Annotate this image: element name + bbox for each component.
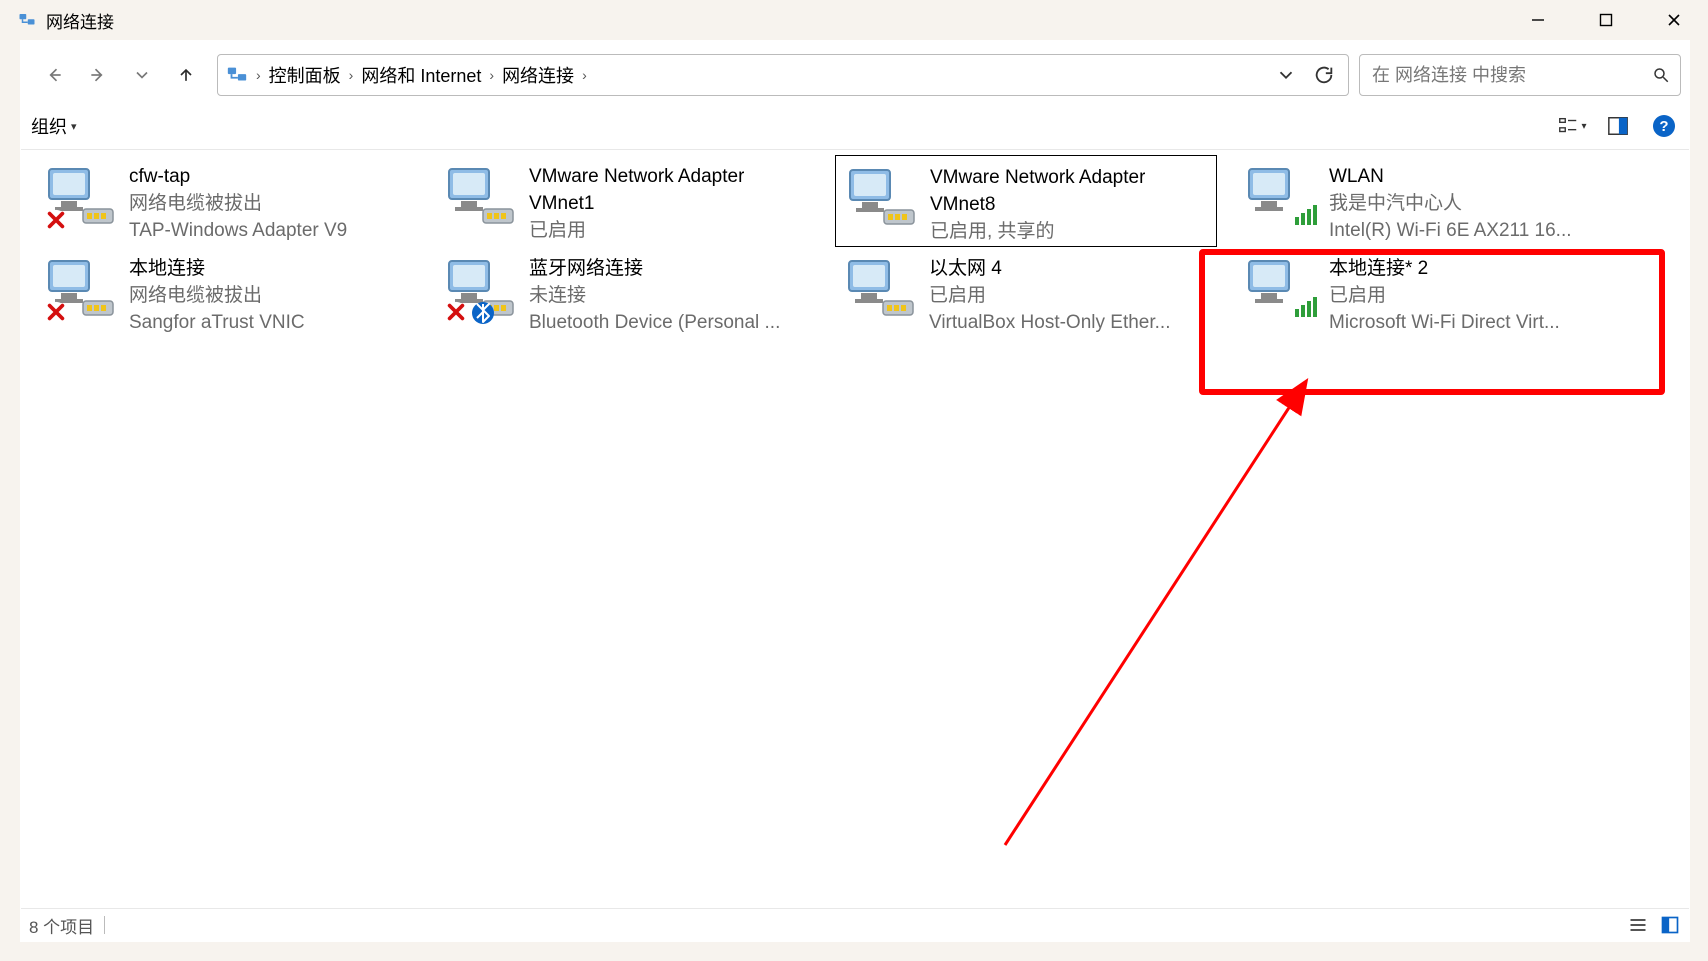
connection-title: cfw-tap <box>129 163 347 190</box>
connection-wifi-icon <box>1243 161 1319 233</box>
nav-row: › 控制面板 › 网络和 Internet › 网络连接 › <box>21 41 1689 103</box>
connection-status: 已启用 <box>929 282 1170 309</box>
connection-device: TAP-Windows Adapter V9 <box>129 217 347 244</box>
connection-wifi-icon <box>1243 253 1319 325</box>
toolbar: 组织 ▾ ▾ ? <box>21 103 1689 150</box>
connection-status: 已启用 <box>1329 282 1560 309</box>
connection-device: Microsoft Wi-Fi Direct Virt... <box>1329 309 1560 336</box>
tiles-view-button[interactable] <box>1659 914 1681 936</box>
connection-title: 蓝牙网络连接 <box>529 255 780 282</box>
connections-grid: cfw-tap 网络电缆被拔出TAP-Windows Adapter V9 VM… <box>21 147 1689 907</box>
connection-status: 网络电缆被拔出 <box>129 282 305 309</box>
chevron-right-icon[interactable]: › <box>580 67 589 83</box>
organize-menu[interactable]: 组织 ▾ <box>31 113 77 139</box>
connection-device: Bluetooth Device (Personal ... <box>529 309 780 336</box>
connection-nic-unplugged-icon <box>43 161 119 233</box>
connection-title: WLAN <box>1329 163 1572 190</box>
item-count-label: 8 个项目 <box>29 913 94 938</box>
connection-status: 已启用 <box>529 217 744 244</box>
address-dropdown-button[interactable] <box>1272 61 1300 89</box>
connection-status: 未连接 <box>529 282 780 309</box>
breadcrumb-item[interactable]: 网络连接 <box>502 62 574 88</box>
refresh-button[interactable] <box>1310 61 1338 89</box>
connection-item[interactable]: VMware Network AdapterVMnet8 已启用, 共享的 <box>835 155 1217 247</box>
breadcrumb-item[interactable]: 网络和 Internet <box>361 62 481 88</box>
search-box[interactable] <box>1359 54 1681 96</box>
title-bar: 网络连接 <box>0 0 1708 40</box>
organize-label: 组织 <box>31 113 67 139</box>
view-mode-button[interactable]: ▾ <box>1557 111 1587 141</box>
connection-nic-icon <box>443 161 519 233</box>
connection-device: VirtualBox Host-Only Ether... <box>929 309 1170 336</box>
window-buttons <box>1504 0 1708 40</box>
search-input[interactable] <box>1370 54 1670 96</box>
recent-locations-dropdown[interactable] <box>127 60 157 90</box>
connection-title: VMware Network AdapterVMnet8 <box>930 164 1145 218</box>
address-bar[interactable]: › 控制面板 › 网络和 Internet › 网络连接 › <box>217 54 1349 96</box>
connection-status: 网络电缆被拔出 <box>129 190 347 217</box>
help-button[interactable]: ? <box>1649 111 1679 141</box>
close-button[interactable] <box>1640 0 1708 40</box>
connection-item[interactable]: 蓝牙网络连接 未连接Bluetooth Device (Personal ... <box>435 247 817 339</box>
connection-bluetooth-icon <box>443 253 519 325</box>
window-body: › 控制面板 › 网络和 Internet › 网络连接 › <box>20 40 1690 942</box>
connection-title: VMware Network AdapterVMnet1 <box>529 163 744 217</box>
connection-item[interactable]: 本地连接* 2 已启用Microsoft Wi-Fi Direct Virt..… <box>1235 247 1617 339</box>
status-bar: 8 个项目 <box>21 908 1689 941</box>
minimize-button[interactable] <box>1504 0 1572 40</box>
connection-nic-icon <box>844 162 920 234</box>
chevron-right-icon[interactable]: › <box>347 67 356 83</box>
connection-title: 以太网 4 <box>929 255 1170 282</box>
chevron-right-icon[interactable]: › <box>487 67 496 83</box>
search-icon <box>1652 55 1670 95</box>
connection-device: Intel(R) Wi-Fi 6E AX211 16... <box>1329 217 1572 244</box>
connection-status: 已启用, 共享的 <box>930 218 1145 245</box>
connection-item[interactable]: 本地连接 网络电缆被拔出Sangfor aTrust VNIC <box>35 247 417 339</box>
connection-title: 本地连接 <box>129 255 305 282</box>
forward-button[interactable] <box>83 60 113 90</box>
app-network-icon <box>18 11 36 29</box>
breadcrumb-item[interactable]: 控制面板 <box>269 62 341 88</box>
connection-item[interactable]: 以太网 4 已启用VirtualBox Host-Only Ether... <box>835 247 1217 339</box>
preview-pane-button[interactable] <box>1603 111 1633 141</box>
connection-nic-unplugged-icon <box>43 253 119 325</box>
chevron-right-icon[interactable]: › <box>254 67 263 83</box>
details-view-button[interactable] <box>1627 914 1649 936</box>
connection-status: 我是中汽中心人 <box>1329 190 1572 217</box>
address-bar-icon <box>226 64 248 86</box>
connection-nic-icon <box>843 253 919 325</box>
connection-title: 本地连接* 2 <box>1329 255 1560 282</box>
back-button[interactable] <box>39 60 69 90</box>
connection-item[interactable]: VMware Network AdapterVMnet1 已启用 <box>435 155 817 247</box>
separator <box>104 916 105 934</box>
up-button[interactable] <box>171 60 201 90</box>
connection-item[interactable]: WLAN 我是中汽中心人Intel(R) Wi-Fi 6E AX211 16..… <box>1235 155 1617 247</box>
maximize-button[interactable] <box>1572 0 1640 40</box>
connection-device: Sangfor aTrust VNIC <box>129 309 305 336</box>
window-title: 网络连接 <box>46 8 114 33</box>
connection-item[interactable]: cfw-tap 网络电缆被拔出TAP-Windows Adapter V9 <box>35 155 417 247</box>
chevron-down-icon: ▾ <box>71 120 77 133</box>
